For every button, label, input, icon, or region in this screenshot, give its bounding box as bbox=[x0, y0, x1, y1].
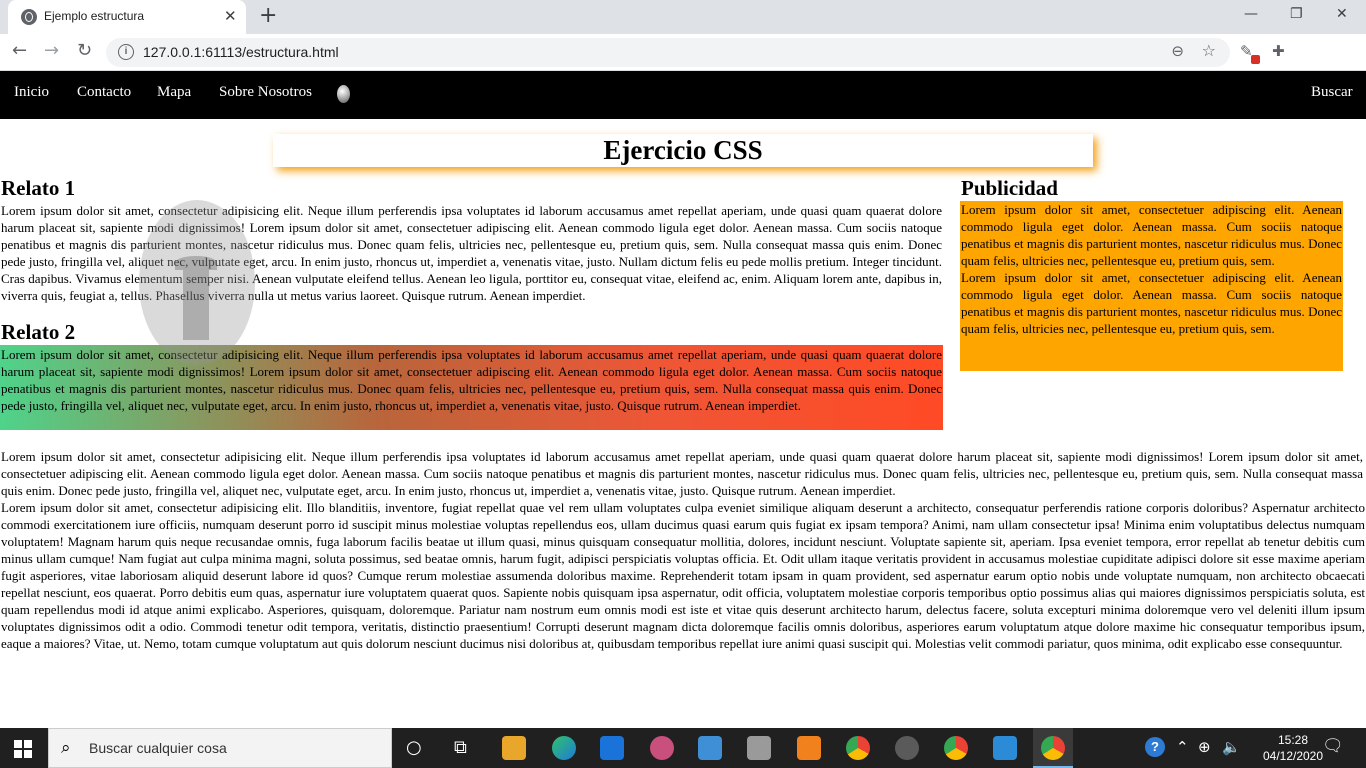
forward-icon[interactable]: → bbox=[44, 41, 59, 61]
file-explorer-icon[interactable] bbox=[502, 736, 526, 760]
relato1-title: Relato 1 bbox=[1, 176, 76, 200]
nav-link-inicio[interactable]: Inicio bbox=[14, 84, 49, 101]
zoom-icon[interactable]: ⊖ bbox=[1171, 42, 1184, 60]
taskbar-search-placeholder: Buscar cualquier cosa bbox=[89, 740, 227, 756]
extension-badge bbox=[1251, 55, 1260, 64]
site-nav: Inicio Contacto Mapa Sobre Nosotros Busc… bbox=[0, 71, 1366, 119]
search-icon: ⌕ bbox=[61, 738, 71, 758]
obs-icon[interactable] bbox=[895, 736, 919, 760]
publicidad-paragraph: Lorem ipsum dolor sit amet, consectetuer… bbox=[961, 202, 1342, 268]
task-view-icon[interactable]: ⧉ bbox=[454, 737, 467, 758]
back-icon[interactable]: ← bbox=[12, 41, 27, 61]
minimize-button[interactable]: — bbox=[1244, 6, 1258, 22]
taskbar-clock[interactable]: 15:28 04/12/2020 bbox=[1262, 732, 1324, 764]
cortana-icon[interactable]: ○ bbox=[406, 737, 422, 758]
nav-link-contacto[interactable]: Contacto bbox=[77, 84, 131, 101]
url-text[interactable]: 127.0.0.1:61113/estructura.html bbox=[143, 44, 339, 60]
nav-link-mapa[interactable]: Mapa bbox=[157, 84, 191, 101]
chrome-icon[interactable] bbox=[846, 736, 870, 760]
new-tab-button[interactable]: + bbox=[259, 4, 277, 28]
globe-icon bbox=[21, 9, 37, 25]
relato2-text: Lorem ipsum dolor sit amet, consectetur … bbox=[1, 347, 942, 413]
relato2-title: Relato 2 bbox=[1, 320, 76, 344]
browser-toolbar: ← → ↻ i 127.0.0.1:61113/estructura.html … bbox=[0, 34, 1366, 97]
app-frame-icon[interactable] bbox=[993, 736, 1017, 760]
main-paragraph-2: Lorem ipsum dolor sit amet, consectetur … bbox=[1, 500, 1365, 651]
browser-tab[interactable]: Ejemplo estructura ✕ bbox=[8, 0, 246, 34]
mail-icon[interactable] bbox=[600, 736, 624, 760]
virtualbox-icon[interactable] bbox=[698, 736, 722, 760]
xampp-icon[interactable] bbox=[797, 736, 821, 760]
nav-ball-image bbox=[337, 85, 350, 103]
site-info-icon[interactable]: i bbox=[118, 44, 134, 60]
page-title: Ejercicio CSS bbox=[273, 134, 1093, 167]
chrome-active-icon[interactable] bbox=[1041, 736, 1065, 760]
nav-link-sobre-nosotros[interactable]: Sobre Nosotros bbox=[219, 84, 312, 101]
chrome-canary-icon[interactable] bbox=[944, 736, 968, 760]
tab-close-icon[interactable]: ✕ bbox=[224, 8, 237, 24]
bookmark-star-icon[interactable]: ☆ bbox=[1202, 41, 1216, 60]
reload-icon[interactable]: ↻ bbox=[77, 41, 92, 61]
window-close-button[interactable]: ✕ bbox=[1336, 6, 1348, 22]
nav-link-buscar[interactable]: Buscar bbox=[1311, 84, 1353, 101]
clock-date: 04/12/2020 bbox=[1262, 749, 1324, 763]
main-paragraph-1: Lorem ipsum dolor sit amet, consectetur … bbox=[1, 449, 1363, 498]
taskbar-search-box[interactable]: ⌕ Buscar cualquier cosa bbox=[48, 728, 392, 768]
volume-icon[interactable]: 🔈 bbox=[1222, 738, 1241, 756]
edge-icon[interactable] bbox=[552, 736, 576, 760]
watermark-seal-image bbox=[139, 200, 255, 365]
clock-time: 15:28 bbox=[1277, 733, 1309, 747]
tab-title: Ejemplo estructura bbox=[44, 9, 145, 23]
paint-icon[interactable] bbox=[650, 736, 674, 760]
printer-app-icon[interactable] bbox=[747, 736, 771, 760]
publicidad-text: Lorem ipsum dolor sit amet, consectetuer… bbox=[961, 201, 1342, 371]
extensions-puzzle-icon[interactable]: ✚ bbox=[1272, 42, 1285, 60]
publicidad-title: Publicidad bbox=[961, 176, 1058, 200]
tab-strip: Ejemplo estructura ✕ + — ❐ ✕ bbox=[0, 0, 1366, 34]
address-bar[interactable]: i 127.0.0.1:61113/estructura.html ⊖ ☆ bbox=[106, 38, 1230, 67]
tray-chevron-icon[interactable]: ⌃ bbox=[1176, 738, 1189, 756]
restore-button[interactable]: ❐ bbox=[1290, 6, 1303, 22]
notifications-icon[interactable]: 🗨 bbox=[1322, 736, 1344, 756]
network-icon[interactable]: ⊕ bbox=[1198, 738, 1211, 756]
windows-start-icon[interactable] bbox=[14, 740, 32, 758]
publicidad-paragraph: Lorem ipsum dolor sit amet, consectetuer… bbox=[961, 270, 1342, 336]
help-icon[interactable]: ? bbox=[1145, 737, 1165, 757]
